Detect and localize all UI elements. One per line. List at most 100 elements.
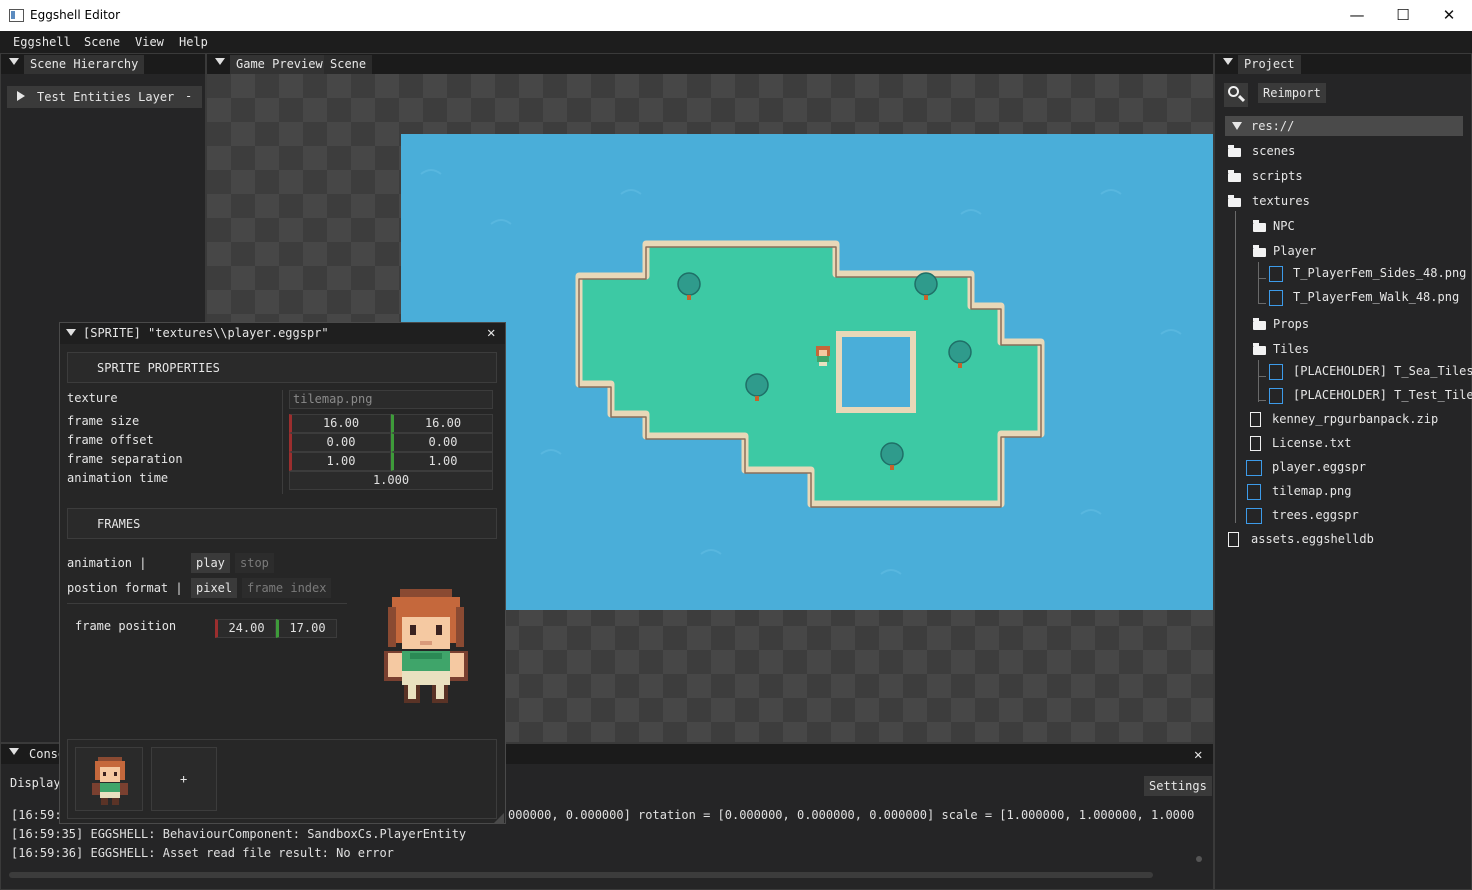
tree-item-playerfem-walk[interactable]: T_PlayerFem_Walk_48.png (1293, 287, 1459, 307)
frame-index-format-button[interactable]: frame index (242, 578, 332, 598)
menu-help[interactable]: Help (179, 35, 208, 49)
sprite-editor-window[interactable]: [SPRITE] "textures\\player.eggspr" ✕ SPR… (59, 322, 506, 824)
tree-item-license[interactable]: License.txt (1272, 433, 1351, 453)
menu-bar: Eggshell Scene View Help (0, 31, 1472, 53)
frame-separation-x-field[interactable]: 1.00 (289, 452, 391, 471)
tab-project[interactable]: Project (1238, 55, 1301, 74)
console-display-label[interactable]: Display (10, 776, 61, 790)
tree-item-scenes[interactable]: scenes (1252, 141, 1295, 161)
folder-icon (1253, 220, 1266, 232)
tree-item-kenney-zip[interactable]: kenney_rpgurbanpack.zip (1272, 409, 1438, 429)
tree-item-textures[interactable]: textures (1252, 191, 1310, 211)
collapse-triangle-icon[interactable] (66, 329, 76, 336)
tree-guide (1258, 303, 1266, 304)
sprite-editor-close-button[interactable]: ✕ (487, 325, 495, 341)
folder-icon (1253, 245, 1266, 257)
tree-item-trees-eggspr[interactable]: trees.eggspr (1272, 505, 1359, 525)
menu-view[interactable]: View (135, 35, 164, 49)
frame-separation-y-field[interactable]: 1.00 (391, 452, 493, 471)
frame-position-x-field[interactable]: 24.00 (215, 619, 276, 638)
stop-button[interactable]: stop (235, 553, 274, 573)
tree-guide (1258, 376, 1266, 377)
layer-row[interactable]: Test Entities Layer - (7, 86, 202, 108)
tree-root[interactable]: res:// (1225, 116, 1463, 136)
tab-scene[interactable]: Scene (324, 55, 373, 74)
hierarchy-tab-bar: Scene Hierarchy (1, 54, 205, 74)
frame-thumbnail[interactable] (75, 747, 143, 811)
console-line: [16:59:36] EGGSHELL: Asset read file res… (11, 846, 394, 860)
animation-time-field[interactable]: 1.000 (289, 471, 493, 490)
sprite-file-icon (1246, 460, 1262, 476)
collapse-triangle-icon[interactable] (215, 58, 225, 65)
menu-scene[interactable]: Scene (84, 35, 120, 49)
image-file-icon (1269, 364, 1283, 380)
sprite-file-icon (1246, 508, 1262, 524)
folder-icon (1253, 343, 1266, 355)
frame-position-y-field[interactable]: 17.00 (276, 619, 337, 638)
game-viewport[interactable] (401, 134, 1213, 610)
expand-arrow-icon[interactable] (1232, 122, 1242, 130)
tree-guide (1258, 278, 1266, 279)
animation-label: animation | (67, 556, 147, 570)
position-format-label: postion format | (67, 581, 183, 595)
collapse-triangle-icon[interactable] (1223, 58, 1233, 65)
menu-eggshell[interactable]: Eggshell (13, 35, 71, 49)
collapse-triangle-icon[interactable] (9, 748, 19, 755)
animation-time-label: animation time (67, 471, 169, 485)
frame-offset-label: frame offset (67, 433, 154, 447)
search-icon[interactable] (1224, 83, 1248, 107)
resize-grip-icon[interactable] (494, 813, 504, 823)
tree-item-assets-db[interactable]: assets.eggshelldb (1251, 529, 1374, 549)
preview-tab-bar: Game Preview Scene (207, 54, 1213, 74)
minimize-button[interactable]: — (1334, 0, 1380, 31)
console-line-continuation: 000000, 0.000000] rotation = [0.000000, … (508, 808, 1195, 822)
add-frame-button[interactable]: + (151, 747, 217, 811)
pixel-format-button[interactable]: pixel (191, 578, 238, 598)
frame-size-label: frame size (67, 414, 140, 428)
tree-item-npc[interactable]: NPC (1273, 216, 1295, 236)
tree-guide (1235, 211, 1236, 523)
console-close-button[interactable]: ✕ (1194, 747, 1202, 763)
sprite-editor-titlebar[interactable]: [SPRITE] "textures\\player.eggspr" ✕ (60, 323, 505, 344)
folder-icon (1228, 170, 1241, 182)
close-window-button[interactable]: ✕ (1426, 0, 1472, 31)
tree-item-tilemap[interactable]: tilemap.png (1272, 481, 1351, 501)
tree-item-player[interactable]: Player (1273, 241, 1316, 261)
console-vertical-scrollbar[interactable] (1196, 856, 1202, 862)
tree-guide (1258, 360, 1259, 402)
expand-arrow-icon[interactable] (17, 91, 25, 101)
image-file-icon (1269, 266, 1283, 282)
frame-size-y-field[interactable]: 16.00 (391, 414, 493, 433)
texture-label: texture (67, 391, 118, 405)
tree-item-test-tile[interactable]: [PLACEHOLDER] T_Test_Tile (1293, 385, 1472, 405)
tree-item-scripts[interactable]: scripts (1252, 166, 1303, 186)
console-settings-button[interactable]: Settings (1144, 776, 1212, 796)
layer-collapse-button[interactable]: - (185, 89, 192, 103)
tree-item-player-eggspr[interactable]: player.eggspr (1272, 457, 1366, 477)
sprite-preview (384, 589, 468, 703)
tab-game-preview[interactable]: Game Preview (230, 55, 329, 74)
tree-item-tiles[interactable]: Tiles (1273, 339, 1309, 359)
column-divider (282, 390, 283, 494)
image-file-icon (1269, 290, 1283, 306)
frame-size-x-field[interactable]: 16.00 (289, 414, 391, 433)
collapse-triangle-icon[interactable] (9, 58, 19, 65)
reimport-button[interactable]: Reimport (1258, 83, 1326, 103)
frame-separation-label: frame separation (67, 452, 183, 466)
project-tab-bar: Project (1215, 54, 1471, 74)
tree-item-sea-tiles[interactable]: [PLACEHOLDER] T_Sea_Tiles (1293, 361, 1472, 381)
console-horizontal-scrollbar[interactable] (9, 872, 1153, 878)
tree-item-playerfem-sides[interactable]: T_PlayerFem_Sides_48.png (1293, 263, 1466, 283)
folder-icon (1253, 318, 1266, 330)
project-panel: Project Reimport res:// scenes scripts t… (1214, 53, 1472, 890)
tree-item-props[interactable]: Props (1273, 314, 1309, 334)
maximize-button[interactable]: ☐ (1380, 0, 1426, 31)
file-icon (1228, 532, 1239, 547)
frame-offset-x-field[interactable]: 0.00 (289, 433, 391, 452)
app-icon (9, 9, 24, 22)
texture-field[interactable]: tilemap.png (289, 390, 493, 409)
frame-offset-y-field[interactable]: 0.00 (391, 433, 493, 452)
play-button[interactable]: play (191, 553, 230, 573)
tab-scene-hierarchy[interactable]: Scene Hierarchy (24, 55, 145, 74)
frame-position-label: frame position (75, 619, 177, 633)
